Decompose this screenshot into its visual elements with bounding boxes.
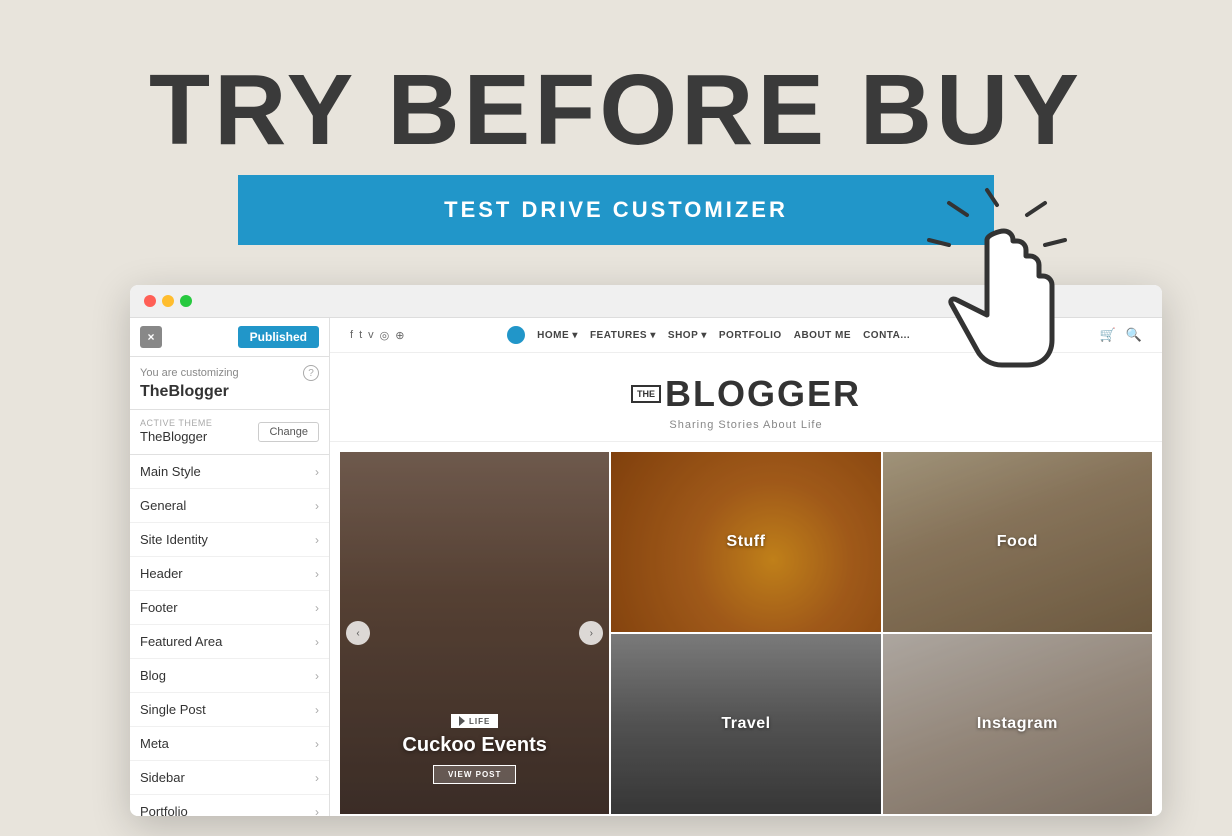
nav-logo-icon xyxy=(507,326,525,344)
menu-item-blog[interactable]: Blog › xyxy=(130,659,329,693)
menu-item-single-post[interactable]: Single Post › xyxy=(130,693,329,727)
chevron-right-icon: › xyxy=(315,635,319,649)
chevron-right-icon: › xyxy=(315,771,319,785)
menu-item-label: General xyxy=(140,498,186,513)
nav-portfolio[interactable]: PORTFOLIO xyxy=(719,330,782,341)
slider-prev[interactable]: ‹ xyxy=(346,621,370,645)
cart-icon[interactable]: 🛒 xyxy=(1100,327,1116,343)
slide-content: LIFE Cuckoo Events VIEW POST xyxy=(340,714,609,784)
stuff-label: Stuff xyxy=(727,533,766,551)
chevron-right-icon: › xyxy=(315,567,319,581)
background-headline: TRY BEFORE BUY xyxy=(0,60,1232,160)
customizer-menu: Main Style › General › Site Identity › H… xyxy=(130,455,329,816)
info-icon[interactable]: ? xyxy=(303,365,319,381)
menu-item-label: Featured Area xyxy=(140,634,222,649)
post-title: Cuckoo Events xyxy=(402,734,546,757)
cursor-icon xyxy=(897,185,1077,385)
nav-features[interactable]: FEATURES ▾ xyxy=(590,330,656,341)
logo-box: THE xyxy=(631,385,661,403)
site-tagline: Sharing Stories About Life xyxy=(350,419,1142,431)
menu-item-portfolio[interactable]: Portfolio › xyxy=(130,795,329,816)
nav-about[interactable]: ABOUT ME xyxy=(794,330,851,341)
website-preview: f t v ◎ ⊕ HOME ▾ FEATURES ▾ SHOP ▾ PORTF… xyxy=(330,318,1162,816)
menu-item-label: Main Style xyxy=(140,464,201,479)
food-label: Food xyxy=(997,533,1038,551)
menu-item-meta[interactable]: Meta › xyxy=(130,727,329,761)
search-icon[interactable]: 🔍 xyxy=(1126,327,1142,343)
customizer-header: × Published xyxy=(130,318,329,357)
menu-item-site-identity[interactable]: Site Identity › xyxy=(130,523,329,557)
menu-item-label: Portfolio xyxy=(140,804,188,816)
blue-banner[interactable]: TEST DRIVE CUSTOMIZER xyxy=(238,175,994,245)
chevron-right-icon: › xyxy=(315,703,319,717)
customizer-sidebar: × Published You are customizing ? TheBlo… xyxy=(130,318,330,816)
menu-item-general[interactable]: General › xyxy=(130,489,329,523)
browser-dot-yellow[interactable] xyxy=(162,295,174,307)
food-overlay: Food xyxy=(883,452,1152,632)
twitter-icon[interactable]: t xyxy=(359,329,362,341)
facebook-icon[interactable]: f xyxy=(350,329,353,341)
change-theme-button[interactable]: Change xyxy=(258,422,319,442)
active-theme-label: ACTIVE THEME xyxy=(140,418,212,428)
post-tag: LIFE xyxy=(451,714,498,728)
menu-item-label: Blog xyxy=(140,668,166,683)
browser-content: × Published You are customizing ? TheBlo… xyxy=(130,318,1162,816)
vimeo-icon[interactable]: v xyxy=(368,329,374,341)
nav-right: 🛒 🔍 xyxy=(1100,327,1142,343)
nav-shop[interactable]: SHOP ▾ xyxy=(668,330,707,341)
food-post[interactable]: Food xyxy=(883,452,1152,632)
view-post-button[interactable]: VIEW POST xyxy=(433,765,516,784)
menu-item-label: Header xyxy=(140,566,183,581)
menu-item-label: Meta xyxy=(140,736,169,751)
browser-dot-red[interactable] xyxy=(144,295,156,307)
customizing-label: You are customizing ? xyxy=(130,357,329,383)
nav-links: HOME ▾ FEATURES ▾ SHOP ▾ PORTFOLIO ABOUT… xyxy=(507,326,910,344)
chevron-right-icon: › xyxy=(315,805,319,817)
customizing-theme-name: TheBlogger xyxy=(130,383,329,410)
travel-post[interactable]: Travel xyxy=(611,634,880,814)
social-icons: f t v ◎ ⊕ xyxy=(350,329,404,342)
menu-item-label: Site Identity xyxy=(140,532,208,547)
chevron-right-icon: › xyxy=(315,601,319,615)
nav-home[interactable]: HOME ▾ xyxy=(537,330,578,341)
instagram-icon[interactable]: ⊕ xyxy=(395,329,404,342)
logo-text: BLOGGER xyxy=(665,373,861,415)
travel-overlay: Travel xyxy=(611,634,880,814)
chevron-right-icon: › xyxy=(315,533,319,547)
chevron-right-icon: › xyxy=(315,465,319,479)
featured-overlay: LIFE Cuckoo Events VIEW POST ‹ › xyxy=(340,452,609,814)
menu-item-header[interactable]: Header › xyxy=(130,557,329,591)
browser-dot-green[interactable] xyxy=(180,295,192,307)
menu-item-label: Sidebar xyxy=(140,770,185,785)
published-button[interactable]: Published xyxy=(238,326,319,348)
active-theme-section: ACTIVE THEME TheBlogger Change xyxy=(130,410,329,455)
active-theme-name: TheBlogger xyxy=(140,429,207,444)
chevron-right-icon: › xyxy=(315,737,319,751)
menu-item-label: Single Post xyxy=(140,702,206,717)
banner-text: TEST DRIVE CUSTOMIZER xyxy=(444,197,788,222)
dribbble-icon[interactable]: ◎ xyxy=(380,329,390,342)
menu-item-featured-area[interactable]: Featured Area › xyxy=(130,625,329,659)
menu-item-sidebar[interactable]: Sidebar › xyxy=(130,761,329,795)
site-logo: THE BLOGGER xyxy=(631,373,861,415)
menu-item-label: Footer xyxy=(140,600,178,615)
slider-next[interactable]: › xyxy=(579,621,603,645)
stuff-overlay: Stuff xyxy=(611,452,880,632)
chevron-right-icon: › xyxy=(315,499,319,513)
stuff-post[interactable]: Stuff xyxy=(611,452,880,632)
instagram-post[interactable]: Instagram xyxy=(883,634,1152,814)
instagram-label: Instagram xyxy=(977,715,1058,733)
instagram-overlay: Instagram xyxy=(883,634,1152,814)
travel-label: Travel xyxy=(721,715,770,733)
menu-item-main-style[interactable]: Main Style › xyxy=(130,455,329,489)
menu-item-footer[interactable]: Footer › xyxy=(130,591,329,625)
close-button[interactable]: × xyxy=(140,326,162,348)
chevron-right-icon: › xyxy=(315,669,319,683)
blog-grid: LIFE Cuckoo Events VIEW POST ‹ › Stuff xyxy=(340,452,1152,814)
featured-post[interactable]: LIFE Cuckoo Events VIEW POST ‹ › xyxy=(340,452,609,814)
